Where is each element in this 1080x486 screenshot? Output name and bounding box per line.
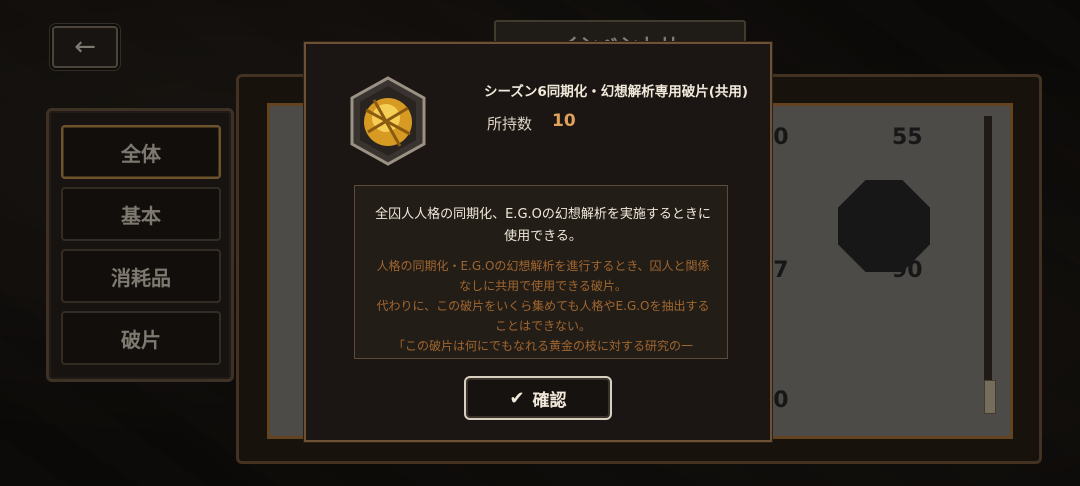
item-description: 全囚人人格の同期化、E.G.Oの幻想解析を実施するときに使用できる。 [375, 207, 711, 244]
check-icon: ✔ [509, 387, 525, 409]
description-box[interactable]: 全囚人人格の同期化、E.G.Oの幻想解析を実施するときに使用できる。 人格の同期… [354, 185, 728, 359]
owned-value: 10 [552, 111, 576, 131]
flavor-line: 代わりに、この破片をいくら集めても人格やE.G.Oを抽出することはできない。 [376, 299, 710, 333]
confirm-label: 確認 [532, 390, 567, 411]
confirm-button[interactable]: ✔ 確認 [464, 376, 612, 420]
owned-label: 所持数 [487, 115, 533, 133]
item-title: シーズン6同期化・幻想解析専用破片(共用) [484, 84, 749, 100]
flavor-text: 人格の同期化・E.G.Oの幻想解析を進行するとき、囚人と関係なしに共用で使用でき… [371, 256, 715, 356]
flavor-line: 「この破片は何にでもなれる黄金の枝に対する研究の一 [392, 339, 693, 353]
flavor-line: 人格の同期化・E.G.Oの幻想解析を進行するとき、囚人と関係なしに共用で使用でき… [376, 259, 710, 293]
golden-shard-icon [350, 76, 426, 166]
